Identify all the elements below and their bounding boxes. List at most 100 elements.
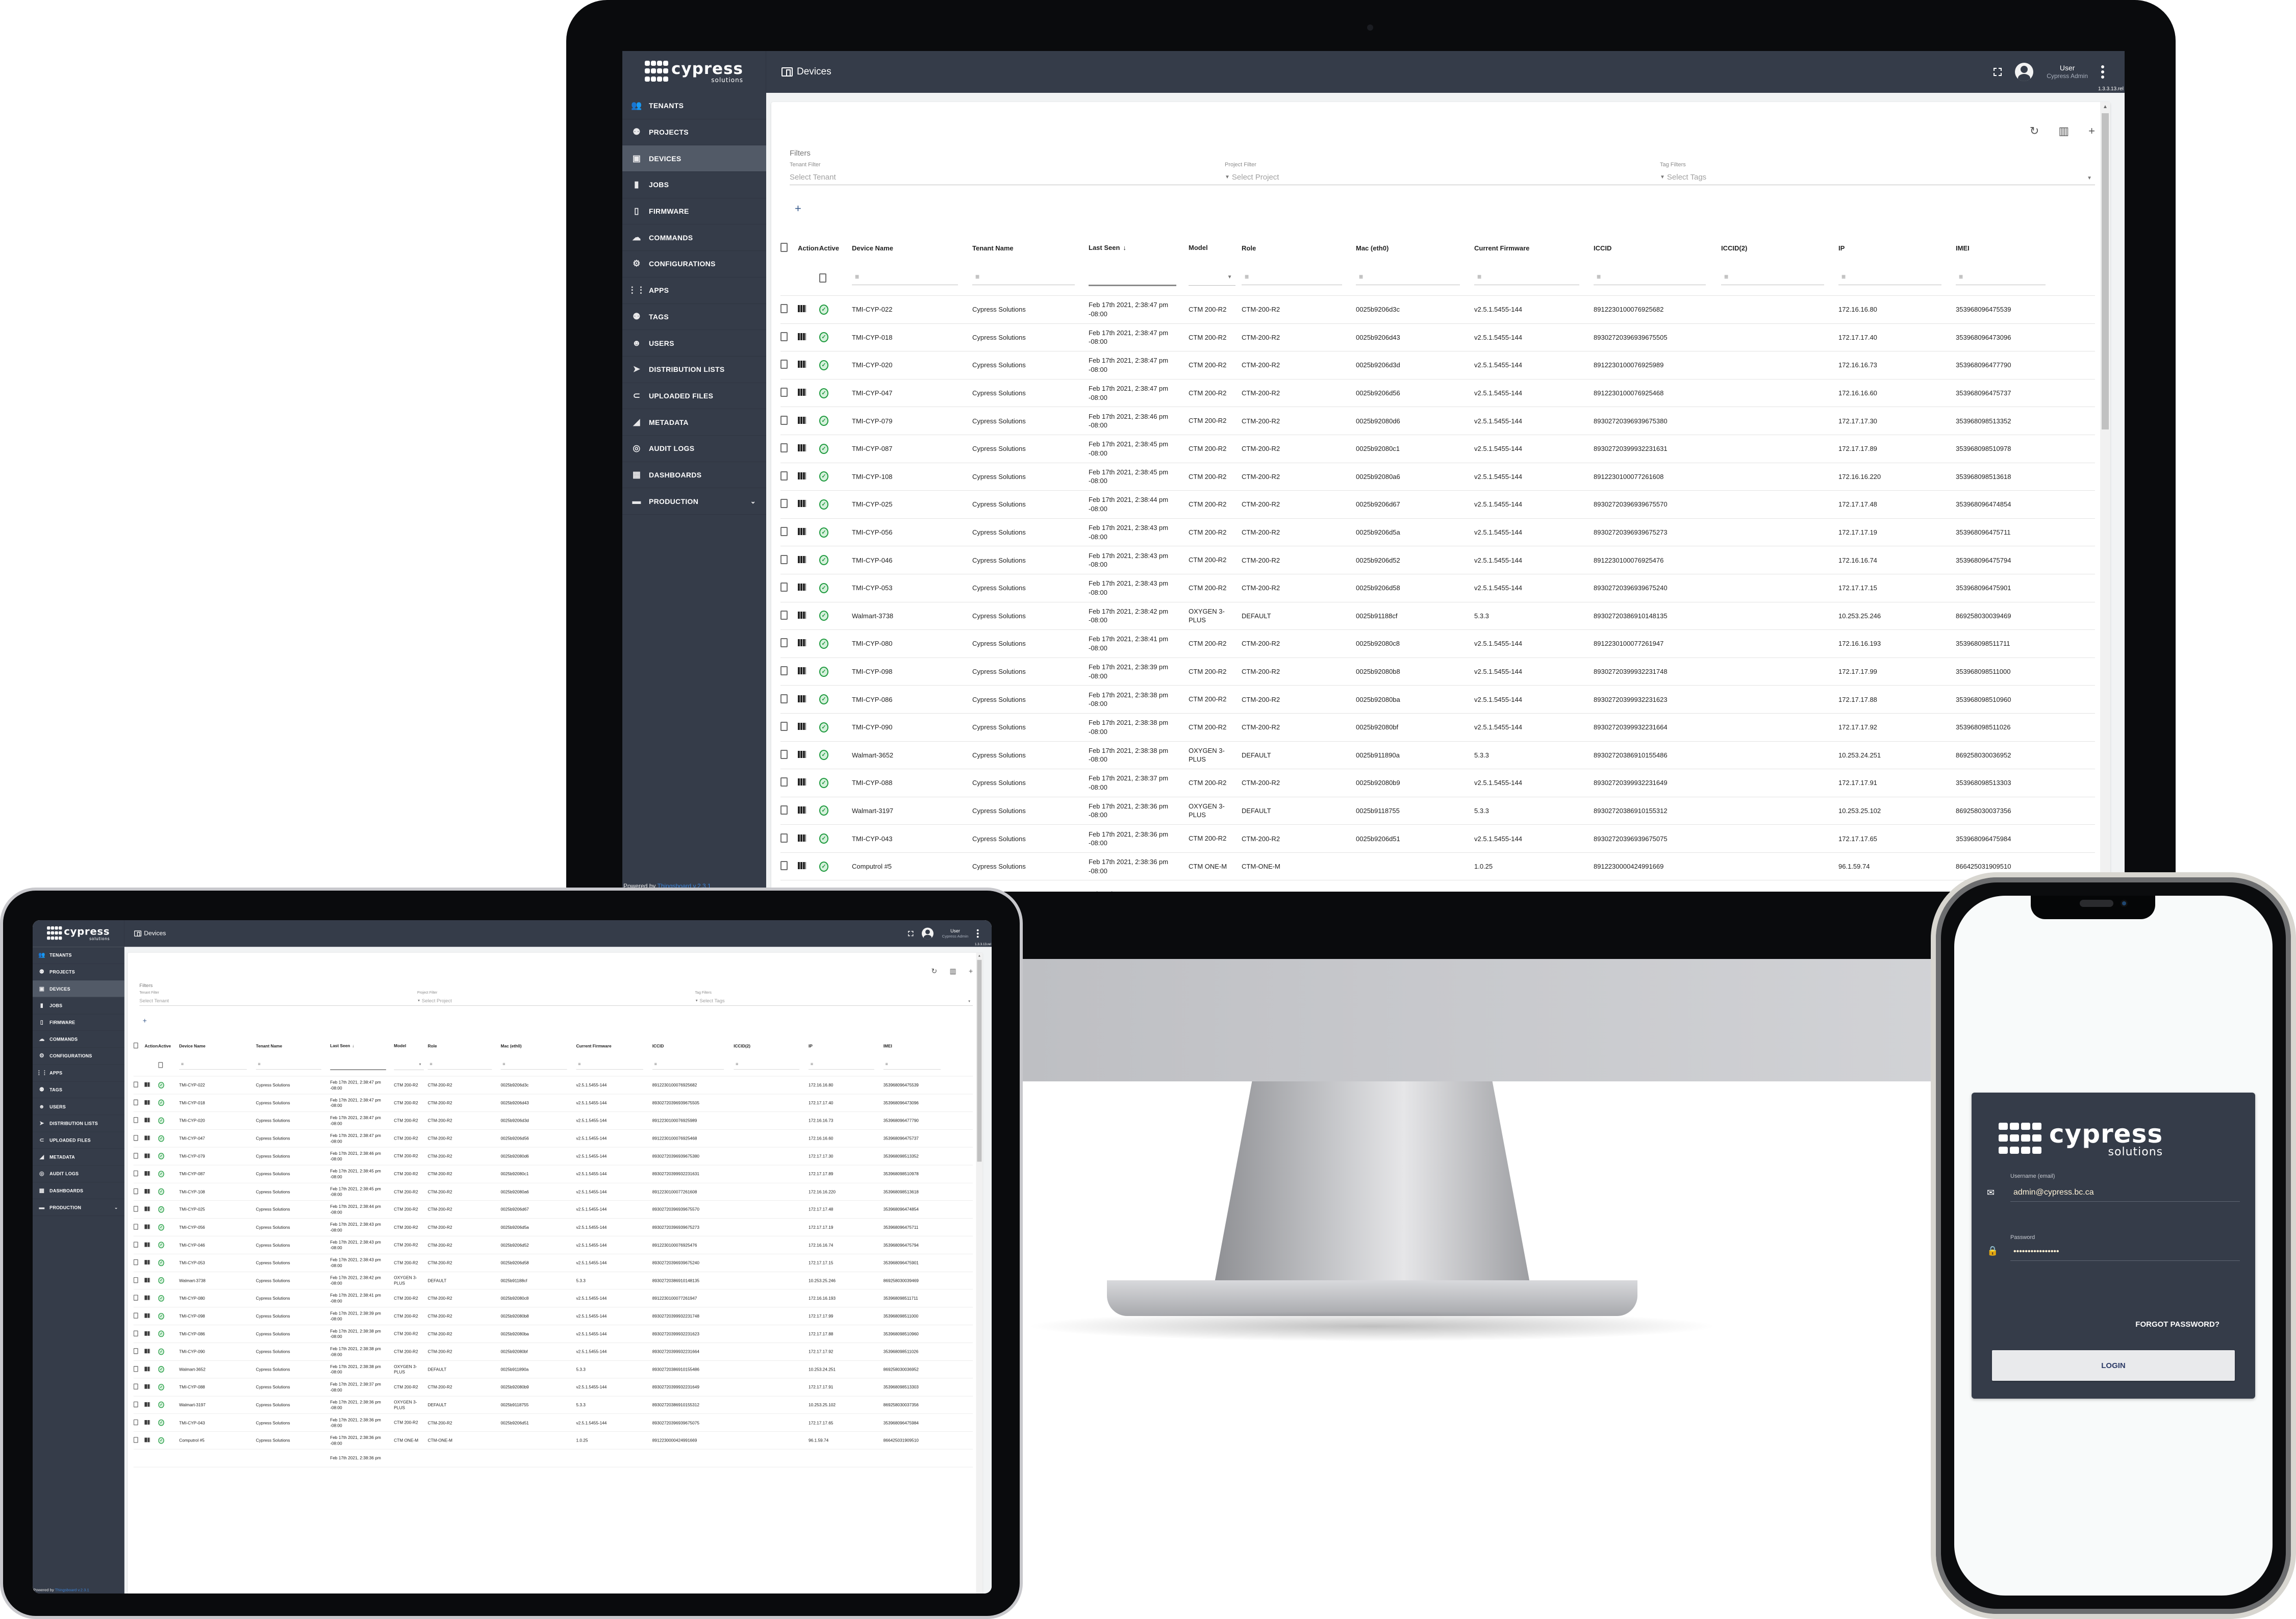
column-header-iccid[interactable]: ICCID [1594,244,1721,252]
tenant-filter[interactable]: Tenant Filter Select Tenant [139,991,417,1003]
tag-filter[interactable]: Tag Filters ▼ Select Tags [695,991,973,1003]
row-actions-icon[interactable] [144,1188,150,1194]
column-filter-input[interactable]: ≡ [500,1061,567,1070]
last-seen-filter[interactable] [1089,271,1177,287]
row-actions-icon[interactable] [798,500,806,508]
row-checkbox[interactable] [133,1259,138,1266]
row-checkbox[interactable] [780,499,788,509]
table-row[interactable]: ✓ Walmart-3738 Cypress Solutions Feb 17th 2… [133,1272,973,1290]
row-checkbox[interactable] [780,527,788,537]
sidebar-item-jobs[interactable]: ▮ JOBS [33,997,124,1015]
column-filter-input[interactable]: ≡ [1356,272,1460,285]
scroll-up-icon[interactable]: ▲ [2103,104,2108,110]
project-filter[interactable]: Project Filter ▼ Select Project [1225,162,1660,182]
tenant-filter[interactable]: Tenant Filter Select Tenant [790,162,1225,182]
row-actions-icon[interactable] [798,584,806,591]
table-row[interactable]: Feb 17th 2021, 2:38:36 pm [133,1450,973,1468]
project-filter[interactable]: Project Filter ▼ Select Project [417,991,695,1003]
column-header-device-name[interactable]: Device Name [179,1043,256,1048]
column-header-ip[interactable]: IP [809,1043,884,1048]
row-checkbox[interactable] [133,1277,138,1283]
row-actions-icon[interactable] [144,1367,150,1372]
column-filter-input[interactable]: ≡ [972,272,1075,285]
column-header-device-name[interactable]: Device Name [852,244,972,252]
row-actions-icon[interactable] [798,472,806,479]
row-checkbox[interactable] [133,1224,138,1230]
row-checkbox[interactable] [133,1188,138,1195]
sidebar-item-commands[interactable]: ☁ COMMANDS [33,1031,124,1048]
sidebar-item-distribution-lists[interactable]: ➤ DISTRIBUTION LISTS [33,1115,124,1132]
row-checkbox[interactable] [780,833,788,843]
column-header-imei[interactable]: IMEI [1956,244,2058,252]
row-checkbox[interactable] [133,1437,138,1443]
scrollbar-thumb[interactable] [977,959,982,1162]
row-actions-icon[interactable] [798,333,806,340]
column-header-last-seen[interactable]: Last Seen ↓ [330,1043,394,1049]
row-actions-icon[interactable] [144,1224,150,1229]
sidebar-item-audit-logs[interactable]: ◎ AUDIT LOGS [622,436,766,462]
row-actions-icon[interactable] [144,1349,150,1354]
column-header-iccid-2[interactable]: ICCID(2) [1721,244,1838,252]
vertical-scrollbar[interactable]: ▲ [2100,102,2110,892]
tag-dropdown-caret-icon[interactable]: ▼ [968,1000,971,1003]
row-checkbox[interactable] [133,1135,138,1141]
columns-icon[interactable]: ▥ [2058,124,2069,138]
column-header-model[interactable]: Model [1189,243,1242,252]
chevron-down-icon[interactable]: ⌄ [750,497,756,505]
row-checkbox[interactable] [133,1312,138,1319]
row-actions-icon[interactable] [798,611,806,619]
row-actions-icon[interactable] [798,416,806,424]
row-checkbox[interactable] [133,1401,138,1408]
row-actions-icon[interactable] [798,806,806,814]
row-checkbox[interactable] [133,1365,138,1372]
row-checkbox[interactable] [133,1419,138,1425]
fullscreen-icon[interactable] [1994,68,2002,76]
username-input[interactable]: admin@cypress.bc.ca [2010,1183,2240,1202]
table-row[interactable]: ✓ TMI-CYP-080 Cypress Solutions Feb 17th 20… [780,630,2095,658]
row-checkbox[interactable] [780,360,788,369]
table-row[interactable]: ✓ TMI-CYP-080 Cypress Solutions Feb 17th 20… [133,1289,973,1308]
column-header-actions[interactable]: Actions [144,1043,158,1048]
column-filter-input[interactable]: ≡ [1721,272,1825,285]
user-info[interactable]: User Cypress Admin [2047,64,2088,80]
table-row[interactable]: ✓ Computrol #5 Cypress Solutions Feb 17th 2… [133,1432,973,1450]
brand-logo[interactable]: cypress solutions [622,51,766,93]
table-row[interactable]: ✓ TMI-CYP-046 Cypress Solutions Feb 17th 20… [133,1236,973,1254]
table-row[interactable]: ✓ TMI-CYP-088 Cypress Solutions Feb 17th 20… [133,1378,973,1397]
tag-filter-select[interactable]: Select Tags [699,998,724,1003]
column-filter-input[interactable]: ≡ [852,272,958,285]
row-actions-icon[interactable] [144,1384,150,1389]
row-checkbox[interactable] [780,749,788,759]
sort-desc-icon[interactable]: ↓ [1123,244,1126,251]
table-row[interactable]: ✓ TMI-CYP-053 Cypress Solutions Feb 17th 20… [780,574,2095,602]
refresh-icon[interactable]: ↻ [2030,124,2039,138]
column-filter-input[interactable]: ≡ [1474,272,1579,285]
add-device-icon[interactable]: + [969,967,973,976]
row-checkbox[interactable] [780,722,788,731]
tenant-filter-select[interactable]: Select Tenant [139,998,169,1003]
add-device-icon[interactable]: + [2088,124,2095,138]
sidebar-item-devices[interactable]: ▣ DEVICES [33,980,124,998]
table-row[interactable]: ✓ TMI-CYP-020 Cypress Solutions Feb 17th 20… [133,1112,973,1130]
sidebar-item-firmware[interactable]: ▯ FIRMWARE [33,1014,124,1031]
columns-icon[interactable]: ▥ [949,967,956,976]
table-row[interactable]: ✓ TMI-CYP-043 Cypress Solutions Feb 17th 20… [133,1414,973,1432]
column-header-mac-eth0[interactable]: Mac (eth0) [500,1043,576,1048]
sidebar-item-tenants[interactable]: 👥 TENANTS [33,947,124,964]
row-checkbox[interactable] [780,388,788,397]
column-header-current-firmware[interactable]: Current Firmware [576,1043,652,1048]
chevron-down-icon[interactable]: ⌄ [114,1205,118,1210]
row-actions-icon[interactable] [144,1135,150,1141]
table-row[interactable]: ✓ Walmart-3652 Cypress Solutions Feb 17th 2… [780,742,2095,770]
column-filter-input[interactable]: ≡ [1242,272,1343,285]
table-row[interactable]: ✓ TMI-CYP-043 Cypress Solutions Feb 17th 20… [780,825,2095,853]
sidebar-item-tags[interactable]: ⚉ TAGS [33,1081,124,1099]
sidebar-item-users[interactable]: ☻ USERS [622,330,766,357]
table-row[interactable]: ✓ TMI-CYP-090 Cypress Solutions Feb 17th 20… [133,1343,973,1361]
row-checkbox[interactable] [780,638,788,648]
sidebar-item-uploaded-files[interactable]: ⊂ UPLOADED FILES [33,1132,124,1149]
table-row[interactable]: ✓ TMI-CYP-018 Cypress Solutions Feb 17th 20… [133,1094,973,1112]
column-filter-input[interactable]: ≡ [179,1061,247,1070]
row-checkbox[interactable] [780,415,788,425]
row-checkbox[interactable] [133,1383,138,1390]
